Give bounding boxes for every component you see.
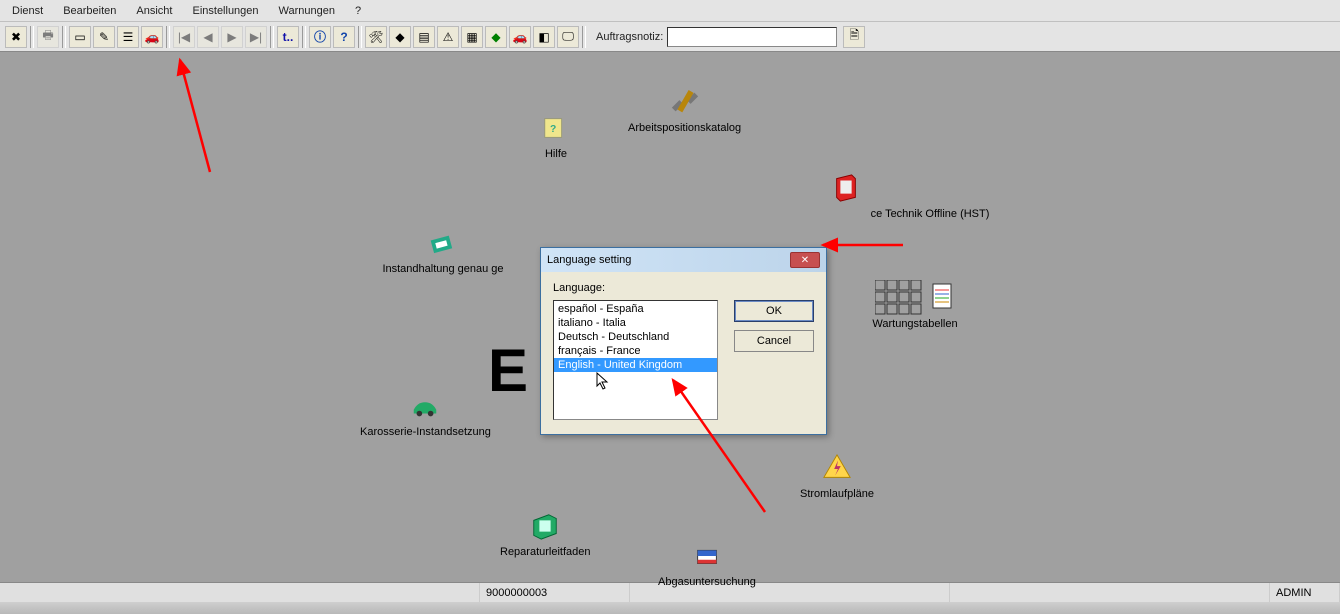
- annotation-arrow-icon: [818, 235, 908, 255]
- book-icon: [830, 172, 862, 204]
- toolbar-monitor-icon[interactable]: 🖵: [557, 26, 579, 48]
- tables-icon: [875, 282, 955, 314]
- status-field-1: 9000000003: [480, 583, 630, 602]
- toolbar-car-icon[interactable]: 🚗: [141, 26, 163, 48]
- language-listbox[interactable]: español - España italiano - Italia Deuts…: [553, 300, 718, 420]
- brand-letter: E: [488, 336, 525, 405]
- menubar: Dienst Bearbeiten Ansicht Einstellungen …: [0, 0, 1340, 22]
- toolbar-warn-icon[interactable]: ⚠: [437, 26, 459, 48]
- karosserie-item[interactable]: Karosserie-Instandsetzung: [360, 390, 491, 438]
- cancel-button[interactable]: Cancel: [734, 330, 814, 352]
- toolbar-first-icon[interactable]: |◀: [173, 26, 195, 48]
- toolbar-save-note-icon[interactable]: 🗎: [843, 26, 865, 48]
- menu-ansicht[interactable]: Ansicht: [126, 2, 182, 20]
- abgas-label: Abgasuntersuchung: [658, 576, 756, 588]
- exhaust-icon: [691, 540, 723, 572]
- list-item[interactable]: italiano - Italia: [554, 316, 717, 330]
- toolbar-green1-icon[interactable]: ◆: [485, 26, 507, 48]
- menu-dienst[interactable]: Dienst: [2, 2, 53, 20]
- help-icon: ?: [540, 112, 572, 144]
- order-note-input[interactable]: [667, 27, 837, 47]
- karosserie-label: Karosserie-Instandsetzung: [360, 426, 491, 438]
- dialog-titlebar[interactable]: Language setting ✕: [541, 248, 826, 272]
- hilfe-item[interactable]: ? Hilfe: [540, 112, 572, 160]
- repair-book-icon: [529, 510, 561, 542]
- workspace: ? Hilfe Arbeitspositionskatalog ce Techn…: [0, 52, 1340, 582]
- toolbar-doc-icon[interactable]: ▭: [69, 26, 91, 48]
- svg-text:?: ?: [550, 124, 556, 135]
- lightning-icon: [821, 452, 853, 484]
- toolbar-info-t-icon[interactable]: t..: [277, 26, 299, 48]
- toolbar-edit-icon[interactable]: ✎: [93, 26, 115, 48]
- toolbar-next-icon[interactable]: ▶: [221, 26, 243, 48]
- hst-label: ce Technik Offline (HST): [830, 208, 1030, 220]
- car-body-icon: [409, 390, 441, 422]
- toolbar-print-icon[interactable]: 🖶: [37, 26, 59, 48]
- toolbar-tool2-icon[interactable]: ◆: [389, 26, 411, 48]
- annotation-arrow-icon: [170, 52, 230, 182]
- list-item[interactable]: Deutsch - Deutschland: [554, 330, 717, 344]
- maintain-icon: [427, 227, 459, 259]
- toolbar-grid-icon[interactable]: ▦: [461, 26, 483, 48]
- hst-item[interactable]: ce Technik Offline (HST): [830, 172, 1030, 220]
- dialog-title: Language setting: [547, 254, 631, 266]
- toolbar-green2-icon[interactable]: 🚗: [509, 26, 531, 48]
- reparatur-label: Reparaturleitfaden: [500, 546, 591, 558]
- wartung-label: Wartungstabellen: [835, 318, 995, 330]
- menu-einstellungen[interactable]: Einstellungen: [182, 2, 268, 20]
- toolbar: ✖ 🖶 ▭ ✎ ☰ 🚗 |◀ ◀ ▶ ▶| t.. ⓘ ? 🛠 ◆ ▤ ⚠ ▦ …: [0, 22, 1340, 52]
- order-note-label: Auftragsnotiz:: [596, 31, 663, 43]
- ok-button[interactable]: OK: [734, 300, 814, 322]
- hilfe-label: Hilfe: [540, 148, 572, 160]
- menu-bearbeiten[interactable]: Bearbeiten: [53, 2, 126, 20]
- toolbar-prev-icon[interactable]: ◀: [197, 26, 219, 48]
- list-item[interactable]: español - España: [554, 302, 717, 316]
- status-admin: ADMIN: [1270, 583, 1340, 602]
- toolbar-question-icon[interactable]: ?: [333, 26, 355, 48]
- toolbar-eraser-icon[interactable]: ◧: [533, 26, 555, 48]
- toolbar-last-icon[interactable]: ▶|: [245, 26, 267, 48]
- abgas-item[interactable]: Abgasuntersuchung: [658, 540, 756, 588]
- close-icon[interactable]: ✕: [790, 252, 820, 268]
- strom-label: Stromlaufpläne: [800, 488, 874, 500]
- language-setting-dialog: Language setting ✕ Language: español - E…: [540, 247, 827, 435]
- toolbar-info-icon[interactable]: ⓘ: [309, 26, 331, 48]
- taskbar: [0, 602, 1340, 614]
- list-item[interactable]: français - France: [554, 344, 717, 358]
- tools-icon: [669, 86, 701, 118]
- toolbar-tool1-icon[interactable]: 🛠: [365, 26, 387, 48]
- toolbar-list-icon[interactable]: ☰: [117, 26, 139, 48]
- strom-item[interactable]: Stromlaufpläne: [800, 452, 874, 500]
- instand-item[interactable]: Instandhaltung genau ge: [338, 227, 548, 275]
- wartung-item[interactable]: Wartungstabellen: [835, 282, 995, 330]
- reparatur-item[interactable]: Reparaturleitfaden: [500, 510, 591, 558]
- menu-help[interactable]: ?: [345, 2, 371, 20]
- arbeitsposition-label: Arbeitspositionskatalog: [628, 122, 741, 134]
- list-item-selected[interactable]: English - United Kingdom: [554, 358, 717, 372]
- menu-warnungen[interactable]: Warnungen: [269, 2, 345, 20]
- arbeitsposition-item[interactable]: Arbeitspositionskatalog: [628, 86, 741, 134]
- instand-label: Instandhaltung genau ge: [338, 263, 548, 275]
- toolbar-form-icon[interactable]: ▤: [413, 26, 435, 48]
- language-label: Language:: [553, 282, 814, 294]
- toolbar-close-icon[interactable]: ✖: [5, 26, 27, 48]
